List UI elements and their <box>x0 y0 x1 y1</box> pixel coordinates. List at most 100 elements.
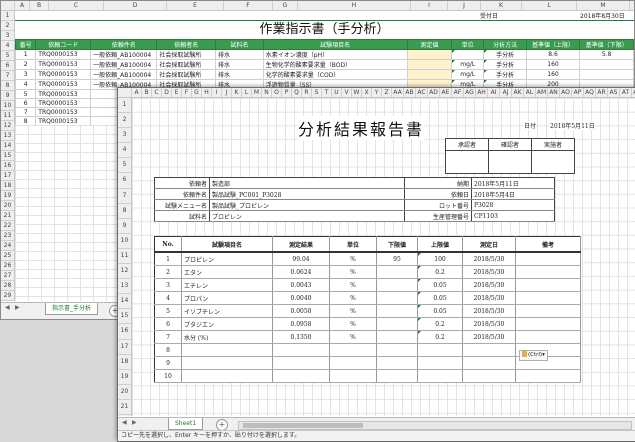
results-cell[interactable]: 0.2 <box>417 330 463 344</box>
work-order-cell[interactable] <box>579 69 634 80</box>
results-cell[interactable]: エタン <box>181 265 273 279</box>
results-cell[interactable] <box>329 343 377 357</box>
row-header-cell[interactable]: 7 <box>1 71 14 81</box>
column-header-cell[interactable]: A <box>15 1 30 10</box>
results-cell[interactable] <box>515 304 581 318</box>
column-header-cell[interactable]: C <box>152 88 162 97</box>
work-order-cell[interactable]: 社会採取試験所 <box>156 59 216 70</box>
results-cell[interactable]: 100 <box>417 252 463 266</box>
row-header-cell[interactable]: 7 <box>118 189 131 204</box>
results-cell[interactable] <box>272 343 330 357</box>
work-order-cell[interactable]: TRQ0000153 <box>35 107 92 117</box>
results-cell[interactable]: 0.0040 <box>272 291 330 305</box>
column-header-cell[interactable]: D <box>104 1 167 10</box>
column-header-cell[interactable]: K <box>481 1 522 10</box>
results-cell[interactable]: % <box>329 317 377 331</box>
column-header-cell[interactable]: AK <box>512 88 524 97</box>
column-header-cell[interactable]: T <box>322 88 332 97</box>
results-cell[interactable] <box>376 330 418 344</box>
row-header-cell[interactable]: 12 <box>1 121 14 131</box>
work-order-cell[interactable]: TRQ0000153 <box>35 69 92 80</box>
work-order-cell[interactable]: 水素イオン濃度（pH） <box>262 49 408 60</box>
work-order-cell[interactable]: 4 <box>14 79 37 90</box>
column-header-cell[interactable]: AL <box>524 88 536 97</box>
work-order-cell[interactable]: 社会採取試験所 <box>156 49 216 60</box>
column-header-cell[interactable]: B <box>30 1 49 10</box>
row-header-cell[interactable]: 9 <box>1 91 14 101</box>
column-header-cell[interactable]: I <box>212 88 222 97</box>
column-header-cell[interactable]: C <box>49 1 104 10</box>
work-order-cell[interactable]: 160 <box>525 59 581 70</box>
results-cell[interactable] <box>376 369 418 383</box>
results-cell[interactable]: 0.05 <box>417 304 463 318</box>
row-header-cell[interactable]: 11 <box>1 111 14 121</box>
work-order-cell[interactable]: 一般依頼_AB100004 <box>90 49 158 60</box>
row-header-cell[interactable]: 26 <box>1 261 14 271</box>
work-order-cell[interactable] <box>406 49 453 60</box>
column-header-cell[interactable]: F <box>182 88 192 97</box>
row-header-cell[interactable]: 25 <box>1 251 14 261</box>
column-header-cell[interactable]: AJ <box>500 88 512 97</box>
column-header-cell[interactable]: Y <box>372 88 382 97</box>
row-header-cell[interactable]: 1 <box>118 98 131 114</box>
results-cell[interactable]: 2018/5/30 <box>462 317 516 331</box>
column-header-cell[interactable]: AM <box>536 88 548 97</box>
row-header-cell[interactable]: 19 <box>1 191 14 201</box>
column-header-cell[interactable]: J <box>448 1 481 10</box>
work-order-cell[interactable] <box>451 49 485 60</box>
column-header-cell[interactable]: AR <box>596 88 608 97</box>
work-order-cell[interactable] <box>579 59 634 70</box>
results-cell[interactable]: 0.0043 <box>272 278 330 292</box>
horizontal-scrollbar[interactable] <box>238 421 632 430</box>
work-order-cell[interactable]: 排水 <box>214 49 264 60</box>
work-order-cell[interactable]: TRQ0000153 <box>35 79 92 90</box>
row-header-cell[interactable]: 17 <box>118 340 131 355</box>
results-cell[interactable]: 0.0050 <box>272 304 330 318</box>
row-header-cell[interactable]: 20 <box>1 201 14 211</box>
results-cell[interactable] <box>462 369 516 383</box>
results-cell[interactable] <box>181 356 273 370</box>
column-header-cell[interactable]: AC <box>416 88 428 97</box>
work-order-cell[interactable]: 5.8 <box>579 49 634 60</box>
results-cell[interactable] <box>462 343 516 357</box>
row-header-cell[interactable]: 24 <box>1 241 14 251</box>
approval-sign-cell[interactable] <box>488 150 532 174</box>
column-header-cell[interactable]: L <box>242 88 252 97</box>
row-header-cell[interactable]: 4 <box>1 41 14 51</box>
select-all-corner[interactable] <box>118 88 132 97</box>
results-cell[interactable] <box>376 356 418 370</box>
results-cell[interactable] <box>376 265 418 279</box>
scrollbar-thumb[interactable] <box>243 423 363 428</box>
column-header-cell[interactable]: H <box>298 1 411 10</box>
work-order-cell[interactable]: 手分析 <box>483 59 527 70</box>
results-cell[interactable] <box>462 356 516 370</box>
row-header-cell[interactable]: 6 <box>118 173 131 189</box>
results-cell[interactable] <box>272 369 330 383</box>
column-header-cell[interactable]: AN <box>548 88 560 97</box>
column-header-cell[interactable]: V <box>342 88 352 97</box>
results-cell[interactable] <box>515 278 581 292</box>
row-header-cell[interactable]: 4 <box>118 143 131 159</box>
results-cell[interactable]: 2018/5/30 <box>462 252 516 266</box>
info-value[interactable]: プロピレン <box>209 210 405 222</box>
column-header-cell[interactable]: S <box>312 88 322 97</box>
results-cell[interactable]: 0.0624 <box>272 265 330 279</box>
column-header-cell[interactable]: W <box>352 88 362 97</box>
results-cell[interactable] <box>515 317 581 331</box>
row-header-cell[interactable]: 3 <box>1 31 14 41</box>
work-order-cell[interactable]: 8.6 <box>525 49 581 60</box>
work-order-cell[interactable]: 生物化学的酸素要求量（BOD） <box>262 59 408 70</box>
work-order-cell[interactable] <box>406 59 453 70</box>
row-header-cell[interactable]: 8 <box>1 81 14 91</box>
column-header-cell[interactable]: P <box>282 88 292 97</box>
work-order-cell[interactable] <box>406 69 453 80</box>
work-order-cell[interactable]: 7 <box>14 107 37 117</box>
results-cell[interactable]: プロピレン <box>181 252 273 266</box>
paste-options-button[interactable]: (Ctrl)▾ <box>519 350 548 361</box>
column-header-cell[interactable]: AQ <box>584 88 596 97</box>
approval-sign-cell[interactable] <box>531 150 575 174</box>
row-header-cell[interactable]: 10 <box>118 234 131 249</box>
row-header-cell[interactable]: 16 <box>1 161 14 171</box>
column-header-cell[interactable]: AP <box>572 88 584 97</box>
column-header-cell[interactable]: D <box>162 88 172 97</box>
